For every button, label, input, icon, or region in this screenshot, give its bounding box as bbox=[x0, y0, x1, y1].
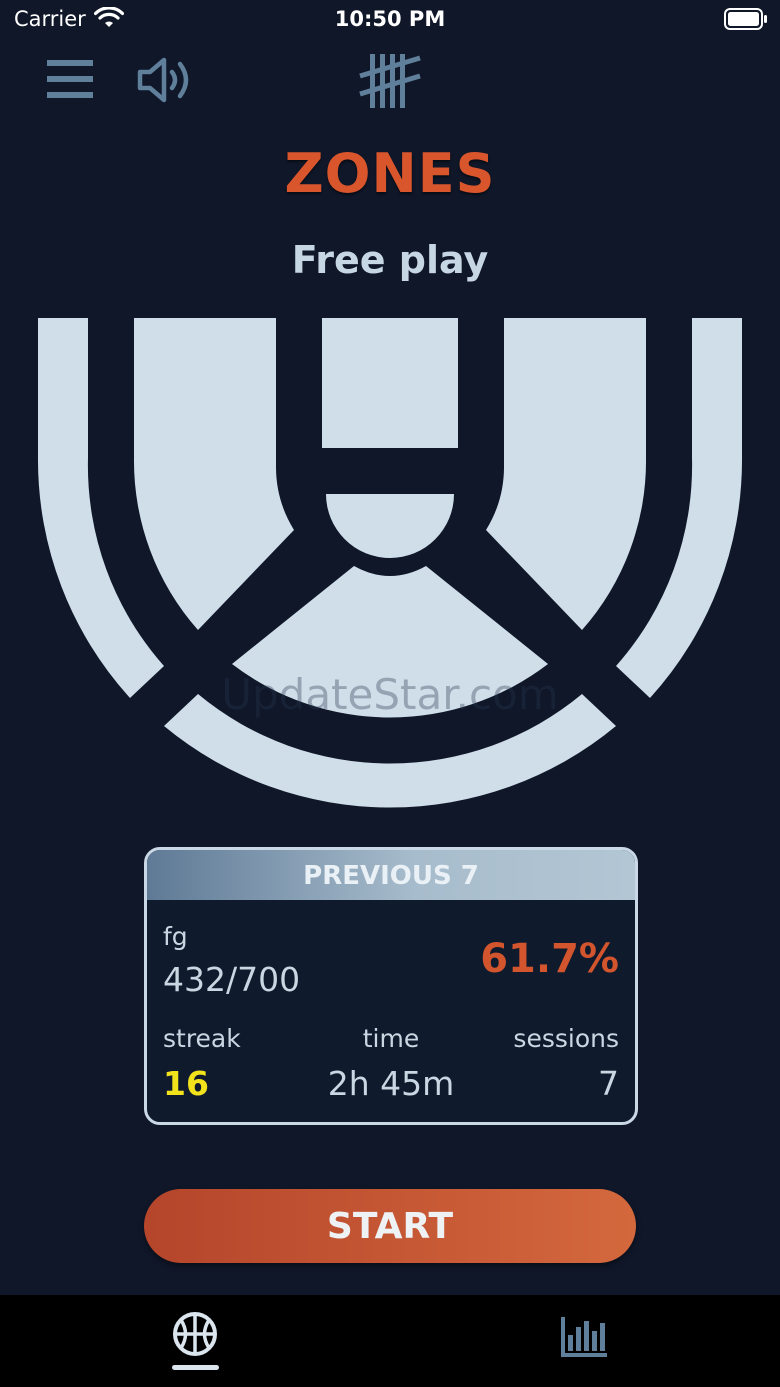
watermark: UpdateStar.com bbox=[221, 670, 559, 719]
mode-subtitle: Free play bbox=[291, 238, 489, 282]
stats-card-header: PREVIOUS 7 bbox=[147, 850, 635, 900]
fg-percent: 61.7% bbox=[480, 936, 619, 982]
tally-icon bbox=[358, 54, 422, 116]
sessions-label: sessions bbox=[513, 1024, 619, 1053]
stats-card: PREVIOUS 7 fg 432/700 61.7% streak 16 ti… bbox=[144, 847, 638, 1125]
battery-icon bbox=[724, 8, 768, 34]
sound-button[interactable] bbox=[136, 54, 198, 110]
status-bar: Carrier 10:50 PM bbox=[0, 0, 780, 40]
time-value: 2h 45m bbox=[327, 1064, 455, 1103]
tab-selected-indicator bbox=[172, 1365, 219, 1370]
basketball-icon bbox=[168, 1312, 222, 1363]
menu-button[interactable] bbox=[44, 56, 96, 106]
zone-paint bbox=[322, 318, 458, 448]
clock: 10:50 PM bbox=[334, 7, 446, 31]
tab-bar bbox=[0, 1295, 780, 1387]
court-zones-diagram bbox=[36, 318, 744, 822]
page-title: ZONES bbox=[284, 142, 496, 205]
tab-stats[interactable] bbox=[558, 1313, 610, 1363]
sessions-value: 7 bbox=[598, 1064, 619, 1103]
bar-chart-icon bbox=[558, 1317, 610, 1363]
start-button[interactable]: START bbox=[144, 1189, 636, 1263]
fg-label: fg bbox=[163, 922, 188, 951]
zone-right-wing bbox=[486, 318, 647, 630]
speaker-icon bbox=[136, 57, 198, 110]
zone-free-throw bbox=[326, 494, 454, 558]
fg-value: 432/700 bbox=[163, 960, 301, 999]
tab-play[interactable] bbox=[168, 1311, 222, 1363]
zone-left-wing bbox=[133, 318, 294, 630]
tally-button[interactable] bbox=[358, 50, 422, 116]
menu-icon bbox=[44, 60, 96, 106]
